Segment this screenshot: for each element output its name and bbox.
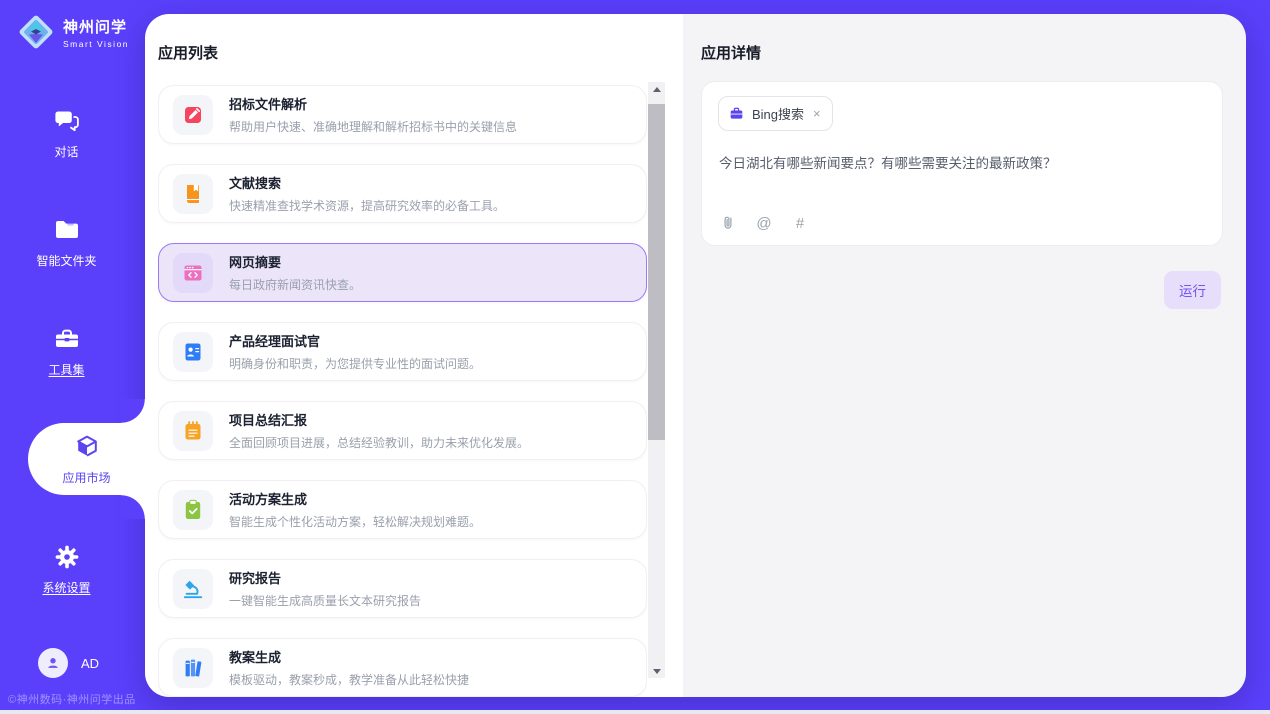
main-panel: 应用列表 招标文件解析 帮助用户快速、准确地理解和解析招标书中的关键信息 xyxy=(145,14,1246,697)
browser-code-icon xyxy=(173,253,213,293)
app-card-name: 文献搜索 xyxy=(229,173,505,192)
toolbox-icon xyxy=(52,324,82,354)
app-list-section: 应用列表 招标文件解析 帮助用户快速、准确地理解和解析招标书中的关键信息 xyxy=(145,14,683,697)
sidebar-item-label: 智能文件夹 xyxy=(36,252,96,269)
prompt-input[interactable]: 今日湖北有哪些新闻要点？有哪些需要关注的最新政策？ xyxy=(719,152,1206,172)
books-icon xyxy=(173,648,213,688)
brand-subtitle: Smart Vision xyxy=(63,39,129,49)
paperclip-icon[interactable] xyxy=(719,214,737,232)
sidebar-item[interactable]: 对话 xyxy=(0,78,145,187)
sidebar-item[interactable]: 智能文件夹 xyxy=(0,187,145,296)
app-card[interactable]: 招标文件解析 帮助用户快速、准确地理解和解析招标书中的关键信息 xyxy=(158,85,647,144)
app-card-description: 全面回顾项目进展，总结经验教训，助力未来优化发展。 xyxy=(229,434,529,451)
app-detail-title: 应用详情 xyxy=(701,42,761,63)
app-card-description: 一键智能生成高质量长文本研究报告 xyxy=(229,592,421,609)
app-card[interactable]: 项目总结汇报 全面回顾项目进展，总结经验教训，助力未来优化发展。 xyxy=(158,401,647,460)
at-icon[interactable]: @ xyxy=(755,214,773,232)
cube-icon xyxy=(72,432,102,462)
app-card-description: 智能生成个性化活动方案，轻松解决规划难题。 xyxy=(229,513,481,530)
user-name: AD xyxy=(81,656,99,671)
bottom-edge-strip xyxy=(0,710,1270,714)
scroll-down-icon[interactable] xyxy=(648,664,665,678)
app-card-name: 网页摘要 xyxy=(229,252,361,271)
book-icon xyxy=(173,174,213,214)
brand-logo: 神州问学 Smart Vision xyxy=(16,12,129,52)
app-card[interactable]: 研究报告 一键智能生成高质量长文本研究报告 xyxy=(158,559,647,618)
copyright-text: ©神州数码·神州问学出品 xyxy=(8,691,136,707)
app-card-name: 产品经理面试官 xyxy=(229,331,481,350)
sidebar-item-label: 系统设置 xyxy=(42,579,90,596)
input-toolbar: @ # xyxy=(719,214,809,232)
user-account[interactable]: AD xyxy=(38,648,99,678)
doc-edit-icon xyxy=(173,95,213,135)
sidebar: 神州问学 Smart Vision 对话 智能文件夹 工具集 xyxy=(0,0,145,714)
clipboard-check-icon xyxy=(173,490,213,530)
app-card-description: 明确身份和职责，为您提供专业性的面试问题。 xyxy=(229,355,481,372)
tool-tag-bing-search[interactable]: Bing搜索 × xyxy=(718,96,833,131)
app-card-description: 模板驱动，教案秒成，教学准备从此轻松快捷 xyxy=(229,671,469,688)
sidebar-item[interactable]: 应用市场 xyxy=(28,423,145,495)
folder-icon xyxy=(52,215,82,245)
sidebar-item-label: 对话 xyxy=(54,143,78,160)
app-card[interactable]: 产品经理面试官 明确身份和职责，为您提供专业性的面试问题。 xyxy=(158,322,647,381)
app-card-name: 项目总结汇报 xyxy=(229,410,529,429)
briefcase-icon xyxy=(729,106,744,121)
app-card[interactable]: 活动方案生成 智能生成个性化活动方案，轻松解决规划难题。 xyxy=(158,480,647,539)
scrollbar-thumb[interactable] xyxy=(648,104,665,440)
gear-icon xyxy=(52,542,82,572)
scroll-up-icon[interactable] xyxy=(648,82,665,96)
sidebar-nav: 对话 智能文件夹 工具集 应用市场 xyxy=(0,78,145,623)
app-card-name: 教案生成 xyxy=(229,647,469,666)
hash-icon[interactable]: # xyxy=(791,214,809,232)
tool-tag-label: Bing搜索 xyxy=(752,104,804,123)
app-list-scrollbar[interactable] xyxy=(648,82,665,678)
microscope-icon xyxy=(173,569,213,609)
person-icon xyxy=(44,654,62,672)
notepad-icon xyxy=(173,411,213,451)
sidebar-item[interactable]: 系统设置 xyxy=(0,514,145,623)
app-card-description: 每日政府新闻资讯快查。 xyxy=(229,276,361,293)
app-detail-section: 应用详情 Bing搜索 × 今日湖北有哪些新闻要点？有哪些需要关注的最新政策？ xyxy=(683,14,1246,697)
sidebar-item-label: 应用市场 xyxy=(62,469,110,486)
close-icon[interactable]: × xyxy=(812,107,822,120)
avatar xyxy=(38,648,68,678)
app-list-title: 应用列表 xyxy=(158,42,218,63)
app-card-description: 快速精准查找学术资源，提高研究效率的必备工具。 xyxy=(229,197,505,214)
app-card-name: 活动方案生成 xyxy=(229,489,481,508)
chat-icon xyxy=(52,106,82,136)
app-root: 神州问学 Smart Vision 对话 智能文件夹 工具集 xyxy=(0,0,1270,714)
interview-icon xyxy=(173,332,213,372)
brand-name: 神州问学 xyxy=(63,16,129,37)
app-card-name: 招标文件解析 xyxy=(229,94,517,113)
app-card[interactable]: 文献搜索 快速精准查找学术资源，提高研究效率的必备工具。 xyxy=(158,164,647,223)
diamond-logo-icon xyxy=(16,12,56,52)
app-list: 招标文件解析 帮助用户快速、准确地理解和解析招标书中的关键信息 文献搜索 快速精… xyxy=(158,85,647,697)
app-card[interactable]: 网页摘要 每日政府新闻资讯快查。 xyxy=(158,243,647,302)
sidebar-item[interactable]: 工具集 xyxy=(0,296,145,405)
app-card[interactable]: 教案生成 模板驱动，教案秒成，教学准备从此轻松快捷 xyxy=(158,638,647,697)
app-card-description: 帮助用户快速、准确地理解和解析招标书中的关键信息 xyxy=(229,118,517,135)
run-button[interactable]: 运行 xyxy=(1164,271,1221,309)
app-card-name: 研究报告 xyxy=(229,568,421,587)
sidebar-item-label: 工具集 xyxy=(48,361,84,378)
prompt-card: Bing搜索 × 今日湖北有哪些新闻要点？有哪些需要关注的最新政策？ @ # xyxy=(701,81,1223,246)
